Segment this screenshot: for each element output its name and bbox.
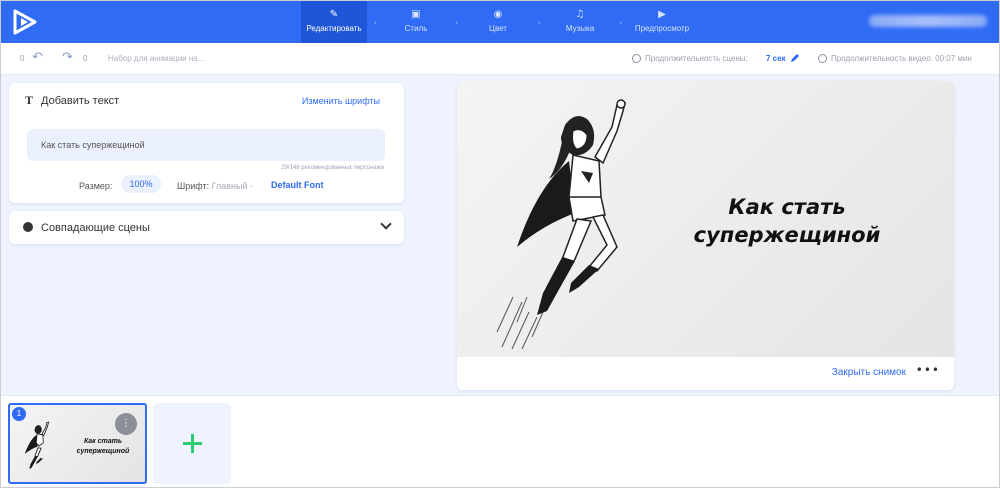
scene-duration-label: Продолжительность сцены:: [645, 54, 748, 63]
editor-toolbar: 0 ↶ ↷ 0 Набор для анимации на... Продолж…: [1, 43, 999, 75]
info-icon: [23, 222, 33, 232]
undo-count: 0: [20, 54, 25, 63]
preview-canvas[interactable]: Как стать супержещиной: [457, 81, 954, 357]
step-preview-label: Предпросмотр: [634, 24, 690, 33]
step-color[interactable]: ◉ Цвет: [465, 1, 531, 43]
add-text-title: Добавить текст: [41, 95, 120, 107]
video-duration-label: Продолжительность видео: 00:07 мин: [831, 54, 972, 63]
scene-number-badge: 1: [12, 407, 26, 421]
style-icon: ▣: [411, 9, 421, 20]
play-icon: ▶: [658, 9, 666, 20]
preview-text-line-2: супержещиной: [693, 223, 881, 247]
matching-scenes-panel[interactable]: Совпадающие сцены: [9, 211, 404, 244]
chevron-right-icon: ›: [373, 17, 377, 27]
scene-menu-icon[interactable]: ⋮: [115, 413, 137, 435]
close-snapshot-button[interactable]: Закрыть снимок: [832, 367, 906, 378]
character-hint: 29/148 рекомендованных персонажи: [281, 165, 384, 171]
workflow-steps: ✎ Редактировать › ▣ Стиль › ◉ Цвет › ♫ М…: [301, 1, 695, 43]
scene-text-input[interactable]: [27, 129, 385, 161]
matching-scenes-title: Совпадающие сцены: [41, 222, 150, 234]
editor-workspace: T Добавить текст Изменить шрифты 29/148 …: [1, 75, 999, 395]
scene-duration-value[interactable]: 7 сек: [766, 54, 786, 63]
chevron-right-icon: ›: [619, 17, 623, 27]
superhero-illustration: [496, 99, 627, 350]
project-name[interactable]: Набор для анимации на...: [108, 54, 204, 63]
preview-title-text[interactable]: Как стать супержещиной: [687, 193, 887, 249]
thumb-text-line-1: Как стать: [83, 438, 123, 445]
preview-text-line-1: Как стать: [728, 195, 846, 219]
more-options-icon[interactable]: •••: [916, 363, 940, 377]
plus-icon-bar: [183, 442, 202, 445]
undo-icon[interactable]: ↶: [32, 50, 43, 65]
scene-thumbnail[interactable]: 1 ⋮ Как стать супержещиной: [8, 403, 147, 484]
account-menu[interactable]: [869, 15, 987, 27]
chevron-right-icon: ›: [455, 17, 459, 27]
add-scene-button[interactable]: [153, 403, 231, 484]
pencil-icon: ✎: [329, 9, 339, 20]
step-style-label: Стиль: [404, 24, 428, 33]
music-note-icon: ♫: [575, 9, 585, 20]
edit-pencil-icon[interactable]: [790, 53, 800, 63]
chevron-down-icon[interactable]: [380, 218, 392, 230]
size-value-button[interactable]: 100%: [121, 175, 161, 193]
font-label-text: Шрифт:: [177, 181, 210, 191]
step-music[interactable]: ♫ Музыка: [547, 1, 613, 43]
top-navigation-bar: ✎ Редактировать › ▣ Стиль › ◉ Цвет › ♫ М…: [1, 1, 999, 43]
app-logo-icon[interactable]: [11, 8, 39, 36]
chevron-right-icon: ›: [537, 17, 541, 27]
font-label: Шрифт: Главный -: [177, 181, 253, 191]
step-style[interactable]: ▣ Стиль: [383, 1, 449, 43]
step-preview[interactable]: ▶ Предпросмотр: [629, 1, 695, 43]
redo-icon[interactable]: ↷: [62, 50, 73, 65]
font-main-text: Главный -: [211, 181, 254, 191]
step-edit[interactable]: ✎ Редактировать: [301, 1, 367, 43]
scene-timeline: 1 ⋮ Как стать супержещиной: [1, 395, 999, 487]
superhero-thumbnail-illustration: [24, 421, 50, 469]
step-color-label: Цвет: [489, 24, 507, 33]
step-edit-label: Редактировать: [306, 24, 362, 33]
text-icon: T: [25, 93, 34, 107]
font-select-link[interactable]: Default Font: [271, 180, 324, 190]
clock-icon: [818, 54, 827, 63]
change-fonts-link[interactable]: Изменить шрифты: [302, 96, 380, 106]
clock-icon: [632, 54, 641, 63]
add-text-panel: T Добавить текст Изменить шрифты 29/148 …: [9, 83, 404, 203]
step-music-label: Музыка: [565, 24, 595, 33]
size-label: Размер:: [79, 181, 113, 191]
scene-thumbnail-text: Как стать супержещиной: [70, 437, 136, 457]
palette-icon: ◉: [493, 9, 503, 20]
thumb-text-line-2: супержещиной: [76, 448, 130, 455]
redo-count: 0: [83, 54, 88, 63]
app-window: ✎ Редактировать › ▣ Стиль › ◉ Цвет › ♫ М…: [0, 0, 1000, 488]
scene-preview: Как стать супержещиной Закрыть снимок ••…: [457, 81, 954, 390]
